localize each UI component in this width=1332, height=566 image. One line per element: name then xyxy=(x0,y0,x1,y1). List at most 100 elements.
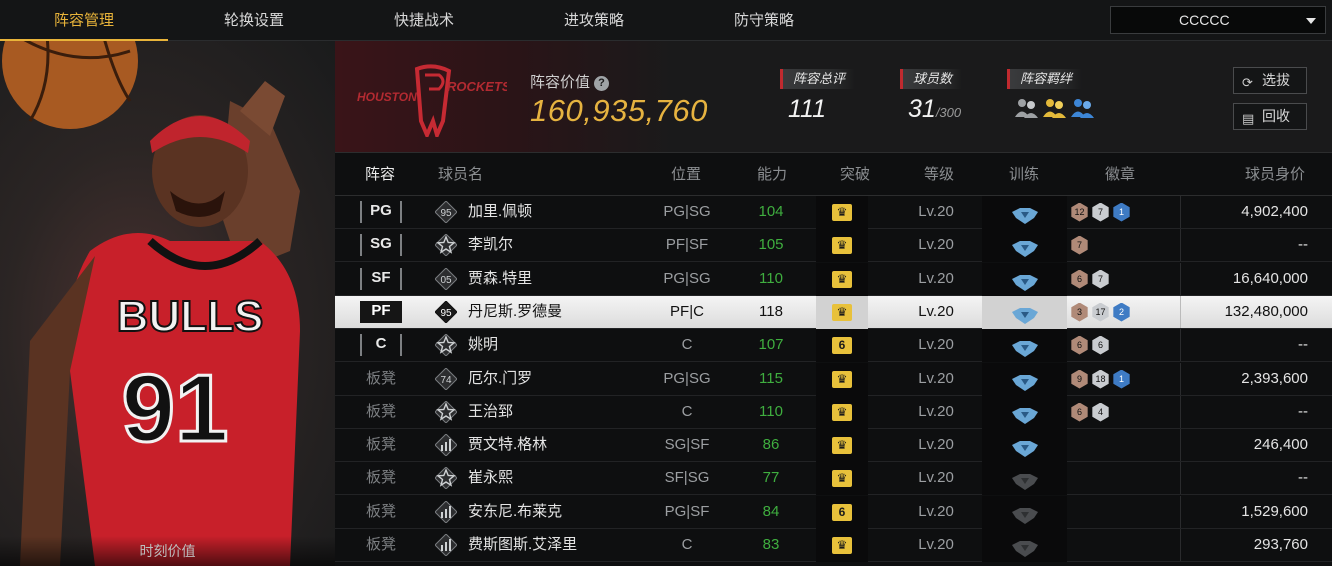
badge-list[interactable]: 66 xyxy=(1068,329,1180,361)
table-row[interactable]: 板凳 74 厄尔.门罗 PG|SG 115 ♛ Lv.20 9 18 1 2,393,600 xyxy=(335,363,1332,396)
breakthrough-cell[interactable]: ♛ xyxy=(816,529,868,562)
bond-icons[interactable] xyxy=(1007,97,1095,119)
player-name[interactable]: 李凯尔 xyxy=(468,229,513,261)
jersey-text: BULLS xyxy=(117,292,264,341)
player-name[interactable]: 贾森.特里 xyxy=(468,263,532,295)
bench-slot[interactable]: 板凳 xyxy=(360,396,402,428)
table-row[interactable]: SG 李凯尔 PF|SF 105 ♛ Lv.20 7 -- xyxy=(335,229,1332,262)
player-count-label: 球员数 xyxy=(900,69,963,89)
bench-slot[interactable]: 板凳 xyxy=(360,462,402,494)
training-cell[interactable] xyxy=(982,462,1067,495)
badge-list[interactable] xyxy=(1068,496,1180,528)
player-name[interactable]: 安东尼.布莱克 xyxy=(468,496,562,528)
training-cell[interactable] xyxy=(982,329,1067,362)
player-worth: -- xyxy=(1180,462,1308,494)
table-row[interactable]: PG 95 加里.佩顿 PG|SG 104 ♛ Lv.20 12 7 1 4,902,400 xyxy=(335,196,1332,229)
player-name[interactable]: 王治郅 xyxy=(468,396,513,428)
training-cell[interactable] xyxy=(982,263,1067,296)
table-row[interactable]: 板凳 费斯图斯.艾泽里 C 83 ♛ Lv.20 293,760 xyxy=(335,529,1332,562)
training-cell[interactable] xyxy=(982,396,1067,429)
player-name[interactable]: 崔永熙 xyxy=(468,462,513,494)
training-cell[interactable] xyxy=(982,229,1067,262)
lineup-select[interactable]: CCCCC xyxy=(1110,6,1326,34)
chevron-down-icon xyxy=(1306,18,1316,24)
col-level[interactable]: 等级 xyxy=(924,158,954,196)
table-row[interactable]: SF 05 贾森.特里 PG|SG 110 ♛ Lv.20 6 7 16,640,000 xyxy=(335,263,1332,296)
training-cell[interactable] xyxy=(982,429,1067,462)
crown-icon: ♛ xyxy=(832,271,852,288)
training-cell[interactable] xyxy=(982,296,1067,329)
table-row[interactable]: 板凳 崔永熙 SF|SG 77 ♛ Lv.20 -- xyxy=(335,462,1332,495)
breakthrough-cell[interactable]: ♛ xyxy=(816,396,868,429)
player-name[interactable]: 丹尼斯.罗德曼 xyxy=(468,296,562,328)
col-player-name[interactable]: 球员名 xyxy=(438,158,483,196)
bench-slot[interactable]: 板凳 xyxy=(360,496,402,528)
tab-rotation-settings[interactable]: 轮换设置 xyxy=(170,0,338,41)
player-name[interactable]: 贾文特.格林 xyxy=(468,429,547,461)
col-ability[interactable]: 能力 xyxy=(757,158,787,196)
breakthrough-cell[interactable]: ♛ xyxy=(816,462,868,495)
bench-slot[interactable]: 板凳 xyxy=(360,363,402,395)
badge-list[interactable] xyxy=(1068,462,1180,494)
badge-list[interactable] xyxy=(1068,529,1180,561)
tab-defense-strategy[interactable]: 防守策略 xyxy=(680,0,848,41)
col-training[interactable]: 训练 xyxy=(1009,158,1039,196)
player-name[interactable]: 姚明 xyxy=(468,329,498,361)
breakthrough-cell[interactable]: ♛ xyxy=(816,196,868,229)
player-position: SG|SF xyxy=(664,436,710,453)
player-ability: 77 xyxy=(762,469,780,486)
select-button[interactable]: ⟳ 选拔 xyxy=(1233,67,1307,94)
player-name[interactable]: 费斯图斯.艾泽里 xyxy=(468,529,577,561)
tab-lineup-management[interactable]: 阵容管理 xyxy=(0,0,168,41)
training-cell[interactable] xyxy=(982,496,1067,529)
badge-list[interactable]: 9 18 1 xyxy=(1068,363,1180,395)
position-slot[interactable]: PG xyxy=(360,201,402,223)
table-row[interactable]: 板凳 贾文特.格林 SG|SF 86 ♛ Lv.20 246,400 xyxy=(335,429,1332,462)
table-row[interactable]: PF 95 丹尼斯.罗德曼 PF|C 118 ♛ Lv.20 3 17 2 132,480,000 xyxy=(335,296,1332,329)
breakthrough-cell[interactable]: ♛ xyxy=(816,296,868,329)
breakthrough-cell[interactable]: ♛ xyxy=(816,263,868,296)
recycle-button[interactable]: ▤ 回收 xyxy=(1233,103,1307,130)
badge-list[interactable]: 67 xyxy=(1068,263,1180,295)
badge-list[interactable]: 7 xyxy=(1068,229,1180,261)
table-row[interactable]: 板凳 王治郅 C 110 ♛ Lv.20 6 4 -- xyxy=(335,396,1332,429)
help-icon[interactable]: ? xyxy=(594,76,610,91)
tab-quick-tactics[interactable]: 快捷战术 xyxy=(340,0,508,41)
player-portrait[interactable]: BULLS 91 时刻价值 xyxy=(0,41,335,566)
badge-blue-icon: 2 xyxy=(1113,302,1130,322)
player-name[interactable]: 厄尔.门罗 xyxy=(468,363,532,395)
player-name[interactable]: 加里.佩顿 xyxy=(468,196,532,228)
table-row[interactable]: 板凳 安东尼.布莱克 PG|SF 84 6 Lv.20 1,529,600 xyxy=(335,496,1332,529)
badge-bronze-icon: 12 xyxy=(1071,202,1088,222)
lineup-bond: 阵容羁绊 xyxy=(1007,69,1095,119)
badge-list[interactable] xyxy=(1068,429,1180,461)
col-lineup[interactable]: 阵容 xyxy=(365,158,395,196)
badge-list[interactable]: 12 7 1 xyxy=(1068,196,1180,228)
tab-offense-strategy[interactable]: 进攻策略 xyxy=(510,0,678,41)
crown-icon: ♛ xyxy=(832,537,852,554)
position-slot[interactable]: SG xyxy=(360,234,402,256)
position-slot[interactable]: C xyxy=(360,334,402,356)
badge-list[interactable]: 3 17 2 xyxy=(1068,296,1180,328)
breakthrough-cell[interactable]: ♛ xyxy=(816,429,868,462)
training-cell[interactable] xyxy=(982,196,1067,229)
breakthrough-cell[interactable]: 6 xyxy=(816,496,868,529)
col-breakthrough[interactable]: 突破 xyxy=(840,158,870,196)
training-icon xyxy=(1012,470,1038,490)
breakthrough-cell[interactable]: 6 xyxy=(816,329,868,362)
col-badges[interactable]: 徽章 xyxy=(1105,158,1135,196)
bench-slot[interactable]: 板凳 xyxy=(360,529,402,561)
badge-list[interactable]: 64 xyxy=(1068,396,1180,428)
table-row[interactable]: C 姚明 C 107 6 Lv.20 6 6 -- xyxy=(335,329,1332,362)
col-position[interactable]: 位置 xyxy=(671,158,701,196)
position-slot[interactable]: SF xyxy=(360,268,402,290)
lineup-value: 160,935,760 xyxy=(530,93,708,128)
col-player-worth[interactable]: 球员身价 xyxy=(1245,158,1305,196)
breakthrough-cell[interactable]: ♛ xyxy=(816,363,868,396)
bench-slot[interactable]: 板凳 xyxy=(360,429,402,461)
breakthrough-cell[interactable]: ♛ xyxy=(816,229,868,262)
player-worth: 132,480,000 xyxy=(1180,296,1308,328)
position-slot[interactable]: PF xyxy=(360,301,402,323)
training-cell[interactable] xyxy=(982,363,1067,396)
training-cell[interactable] xyxy=(982,529,1067,562)
